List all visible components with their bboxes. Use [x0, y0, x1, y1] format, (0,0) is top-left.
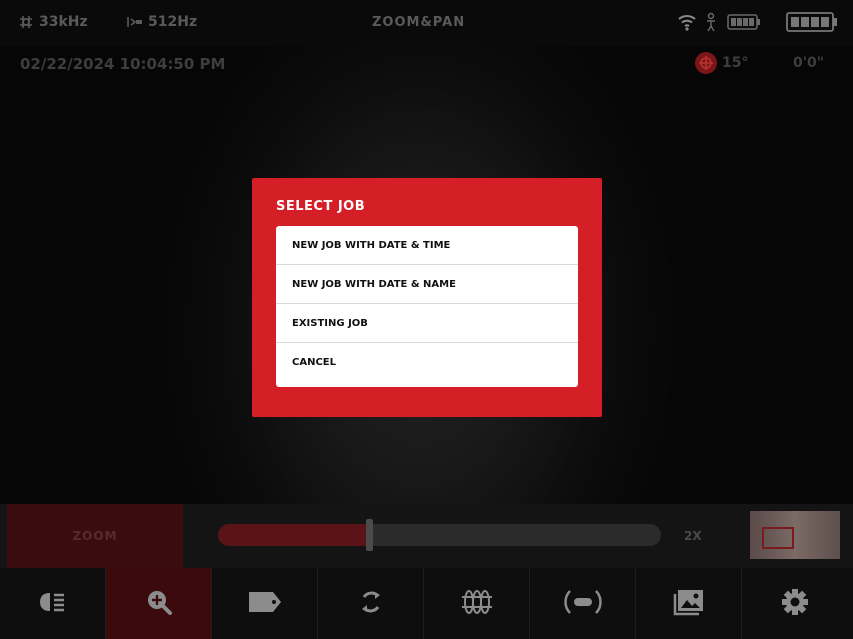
job-options-list: NEW JOB WITH DATE & TIME NEW JOB WITH DA…	[276, 226, 578, 387]
rotate-icon	[358, 589, 384, 619]
mode-title: ZOOM&PAN	[372, 15, 466, 30]
gallery-icon	[673, 588, 705, 620]
sonde-icon	[460, 588, 494, 620]
new-job-date-name-option[interactable]: NEW JOB WITH DATE & NAME	[276, 265, 578, 304]
zoom-slider-thumb[interactable]	[365, 519, 373, 551]
zoom-slider-fill	[218, 524, 369, 546]
frequency-indicator: 33kHz	[18, 14, 88, 30]
tilt-value: 15°	[722, 55, 749, 71]
zoom-in-icon	[145, 588, 173, 620]
select-job-dialog: SELECT JOB NEW JOB WITH DATE & TIME NEW …	[252, 178, 602, 417]
locate-button[interactable]	[530, 568, 636, 639]
sonde-value: 512Hz	[148, 14, 198, 30]
new-job-date-time-option[interactable]: NEW JOB WITH DATE & TIME	[276, 226, 578, 265]
sonde-icon	[125, 14, 143, 30]
status-bar: 33kHz 512Hz ZOOM&PAN	[0, 0, 853, 46]
frequency-icon	[18, 14, 34, 30]
tag-button[interactable]	[212, 568, 318, 639]
settings-button[interactable]	[742, 568, 848, 639]
frequency-value: 33kHz	[39, 14, 88, 30]
light-icon	[37, 589, 69, 619]
zoom-slider-track[interactable]	[218, 524, 661, 546]
settings-icon	[781, 588, 809, 620]
sonde-button[interactable]	[424, 568, 530, 639]
rotate-button[interactable]	[318, 568, 424, 639]
zoom-level-value: 2X	[684, 529, 702, 543]
inclinometer-icon	[695, 52, 717, 74]
zoom-mode-label: ZOOM	[7, 504, 183, 568]
person-icon	[704, 12, 718, 32]
locate-icon	[562, 588, 604, 620]
bottom-toolbar	[0, 568, 853, 639]
device-battery-icon	[727, 14, 761, 30]
tag-icon	[247, 590, 283, 618]
preview-viewport-box	[762, 527, 794, 549]
recording-datetime: 02/22/2024 10:04:50 PM	[20, 55, 226, 73]
zoom-preview-thumbnail	[750, 511, 840, 559]
camera-screen: 33kHz 512Hz ZOOM&PAN 02/22/2024 10:04:50…	[0, 0, 853, 639]
light-button[interactable]	[0, 568, 106, 639]
sonde-indicator: 512Hz	[125, 14, 197, 30]
wifi-icon	[677, 13, 697, 31]
cancel-option[interactable]: CANCEL	[276, 343, 578, 382]
existing-job-option[interactable]: EXISTING JOB	[276, 304, 578, 343]
battery-icon	[786, 12, 838, 32]
dialog-title: SELECT JOB	[276, 199, 366, 214]
distance-counter: 0'0"	[793, 55, 825, 71]
gallery-button[interactable]	[636, 568, 742, 639]
zoom-button[interactable]	[106, 568, 212, 639]
